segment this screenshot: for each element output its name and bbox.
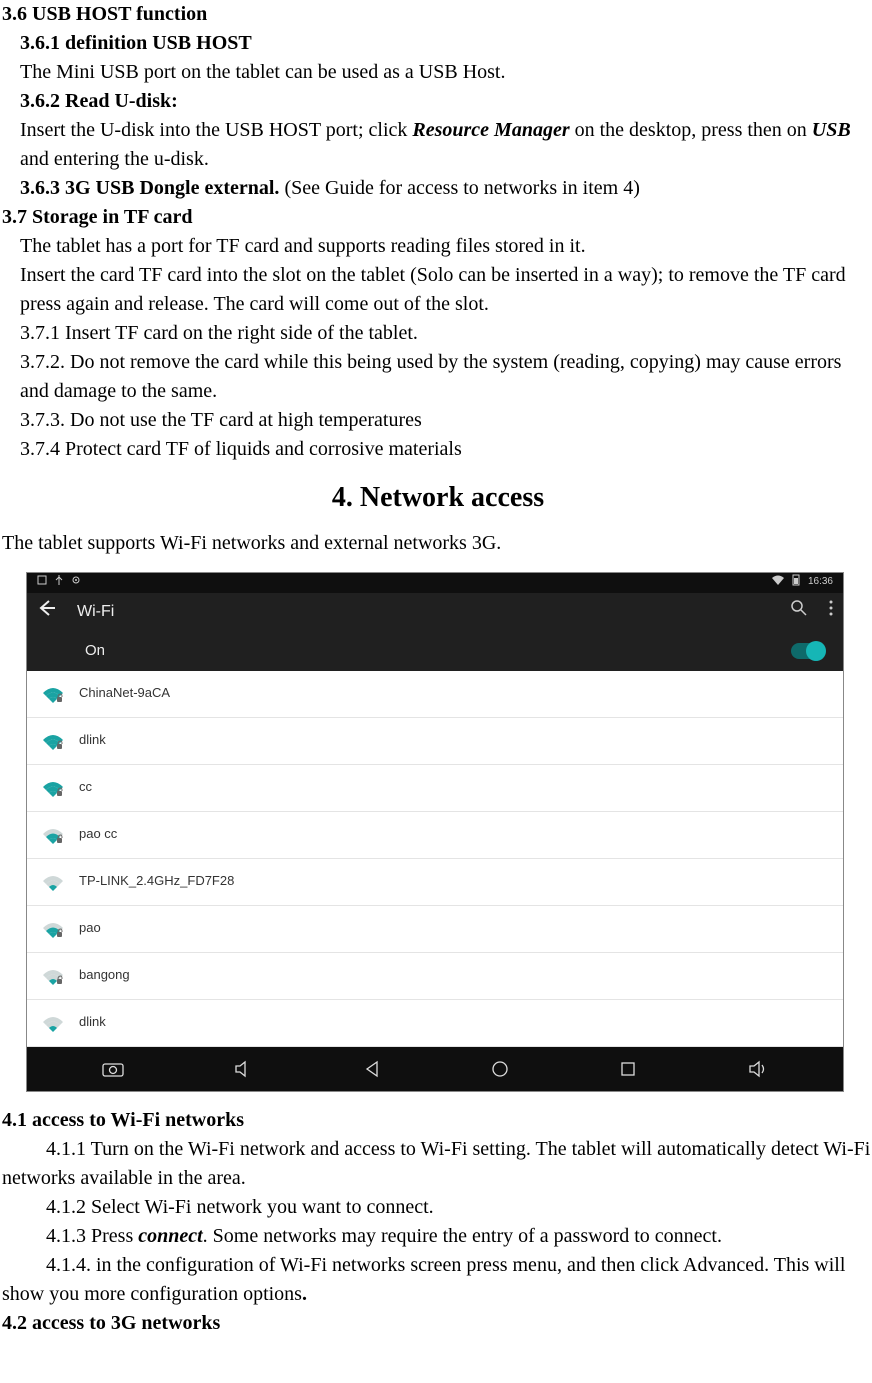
wifi-signal-icon — [43, 734, 61, 748]
back-icon[interactable] — [37, 599, 55, 624]
heading-text: 3.6.3 3G USB Dongle external. — [20, 177, 279, 199]
emphasis-resource-manager: Resource Manager — [412, 119, 569, 141]
rotate-icon — [37, 575, 47, 591]
volume-down-icon[interactable] — [234, 1060, 252, 1078]
battery-icon — [792, 574, 800, 592]
wifi-network-row[interactable]: pao — [27, 906, 843, 953]
wifi-network-name: dlink — [79, 731, 106, 750]
wifi-signal-icon — [43, 828, 61, 842]
emphasis-connect: connect — [138, 1225, 202, 1247]
heading-3-7: 3.7 Storage in TF card — [2, 203, 872, 232]
wifi-network-row[interactable]: cc — [27, 765, 843, 812]
wifi-network-row[interactable]: dlink — [27, 1000, 843, 1047]
wifi-network-name: pao cc — [79, 825, 117, 844]
heading-4-2: 4.2 access to 3G networks — [2, 1309, 872, 1338]
body-3-7-b: Insert the card TF card into the slot on… — [2, 261, 872, 319]
title-bar: Wi-Fi — [27, 593, 843, 631]
body-3-6-2: Insert the U-disk into the USB HOST port… — [2, 116, 872, 174]
wifi-title: Wi-Fi — [77, 600, 114, 623]
status-left — [37, 575, 81, 591]
wifi-signal-icon — [43, 781, 61, 795]
status-bar: 16:36 — [27, 573, 843, 593]
wifi-network-list: ChinaNet-9aCA dlink cc pao cc TP-LINK_2.4GHz… — [27, 671, 843, 1047]
emphasis-usb: USB — [812, 119, 851, 141]
volume-up-icon[interactable] — [748, 1060, 768, 1078]
overflow-menu-icon[interactable] — [829, 600, 833, 623]
body-3-7-1: 3.7.1 Insert TF card on the right side o… — [2, 319, 872, 348]
text: . Some networks may require the entry of… — [203, 1225, 722, 1247]
wifi-settings-screenshot: 16:36 Wi-Fi On ChinaNet-9aCA dlink cc pao c… — [26, 572, 844, 1092]
body-3-6-1: The Mini USB port on the tablet can be u… — [2, 58, 872, 87]
text: 4.1.4. in the configuration of Wi-Fi net… — [2, 1254, 845, 1305]
body-4-intro: The tablet supports Wi-Fi networks and e… — [2, 529, 872, 558]
usb-icon — [55, 575, 63, 591]
heading-3-6: 3.6 USB HOST function — [2, 0, 872, 29]
wifi-network-row[interactable]: pao cc — [27, 812, 843, 859]
wifi-signal-icon — [43, 922, 61, 936]
body-4-1-3: 4.1.3 Press connect. Some networks may r… — [2, 1222, 872, 1251]
wifi-network-name: bangong — [79, 966, 130, 985]
wifi-network-row[interactable]: TP-LINK_2.4GHz_FD7F28 — [27, 859, 843, 906]
wifi-on-row: On — [27, 631, 843, 671]
heading-3-6-3: 3.6.3 3G USB Dongle external. (See Guide… — [2, 174, 872, 203]
home-nav-icon[interactable] — [491, 1060, 509, 1078]
status-time: 16:36 — [808, 575, 833, 590]
nav-bar — [27, 1047, 843, 1091]
body-4-1-2: 4.1.2 Select Wi-Fi network you want to c… — [2, 1193, 872, 1222]
recent-nav-icon[interactable] — [619, 1060, 637, 1078]
wifi-status-icon — [772, 575, 784, 591]
wifi-network-name: dlink — [79, 1013, 106, 1032]
body-3-7-3: 3.7.3. Do not use the TF card at high te… — [2, 406, 872, 435]
search-icon[interactable] — [791, 600, 807, 623]
body-3-7-4: 3.7.4 Protect card TF of liquids and cor… — [2, 435, 872, 464]
status-right: 16:36 — [772, 574, 833, 592]
wifi-signal-icon — [43, 1016, 61, 1030]
screenshot-icon[interactable] — [102, 1061, 124, 1077]
wifi-signal-icon — [43, 969, 61, 983]
wifi-toggle[interactable] — [791, 643, 823, 659]
wifi-network-name: ChinaNet-9aCA — [79, 684, 170, 703]
wifi-network-name: pao — [79, 919, 101, 938]
text: (See Guide for access to networks in ite… — [279, 177, 639, 199]
body-4-1-4: 4.1.4. in the configuration of Wi-Fi net… — [2, 1251, 872, 1309]
text: and entering the u-disk. — [20, 148, 209, 170]
heading-4: 4. Network access — [2, 478, 872, 519]
wifi-signal-icon — [43, 687, 61, 701]
wifi-network-name: cc — [79, 778, 92, 797]
wifi-on-label: On — [85, 640, 105, 662]
text: 4.1.3 Press — [46, 1225, 138, 1247]
body-3-7-a: The tablet has a port for TF card and su… — [2, 232, 872, 261]
wifi-network-row[interactable]: bangong — [27, 953, 843, 1000]
heading-3-6-2: 3.6.2 Read U-disk: — [2, 87, 872, 116]
wifi-network-row[interactable]: ChinaNet-9aCA — [27, 671, 843, 718]
text: on the desktop, press then on — [570, 119, 812, 141]
text: Insert the U-disk into the USB HOST port… — [20, 119, 412, 141]
gear-icon — [71, 575, 81, 591]
heading-4-1: 4.1 access to Wi-Fi networks — [2, 1106, 872, 1135]
back-nav-icon[interactable] — [363, 1060, 381, 1078]
body-3-7-2: 3.7.2. Do not remove the card while this… — [2, 348, 872, 406]
wifi-network-row[interactable]: dlink — [27, 718, 843, 765]
heading-3-6-1: 3.6.1 definition USB HOST — [2, 29, 872, 58]
wifi-network-name: TP-LINK_2.4GHz_FD7F28 — [79, 872, 234, 891]
bold-dot: . — [302, 1283, 307, 1305]
wifi-signal-icon — [43, 875, 61, 889]
body-4-1-1: 4.1.1 Turn on the Wi-Fi network and acce… — [2, 1135, 872, 1193]
